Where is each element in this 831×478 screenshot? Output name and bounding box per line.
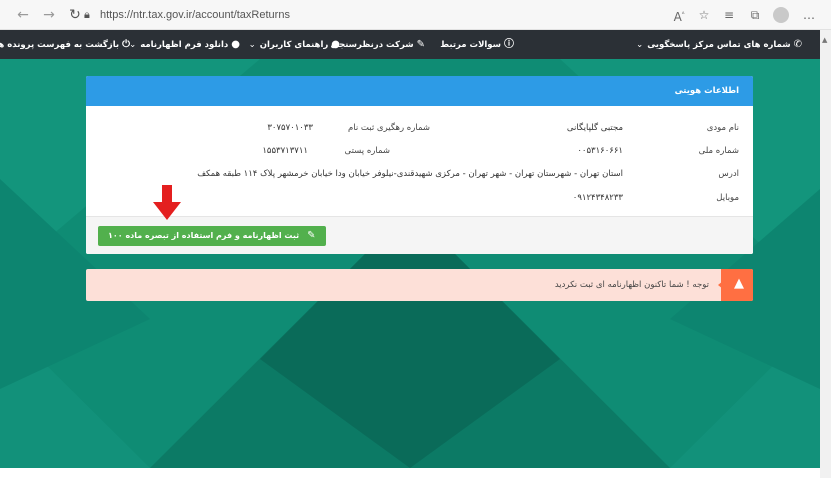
- submit-tax-return-label: ثبت اظهارنامه و فرم استفاده از تبصره ماد…: [108, 231, 300, 240]
- address-label: ادرس: [718, 169, 739, 179]
- alert-icon-box: ▲: [721, 269, 753, 301]
- name-value: مجتبی گلپایگانی: [566, 123, 623, 133]
- nav-faq[interactable]: ⓘسوالات مرتبط: [440, 30, 514, 59]
- favorite-icon[interactable]: ☆: [695, 6, 713, 24]
- more-icon[interactable]: …: [800, 6, 818, 24]
- mobile-label: موبایل: [716, 193, 739, 203]
- nav-download-label: دانلود فرم اظهارنامه: [140, 40, 229, 50]
- nav-guide-label: راهنمای کاربران: [259, 40, 329, 50]
- nav-back-label: بازگشت به فهرست پرونده ها: [0, 40, 120, 50]
- chevron-down-icon: ⌄: [248, 40, 256, 50]
- nav-contact-label: شماره های تماس مرکز پاسخگویی: [647, 40, 791, 50]
- tracking-value: ۳۰۷۵۷۰۱۰۳۳: [267, 123, 313, 133]
- profile-icon[interactable]: [773, 7, 789, 23]
- forward-icon[interactable]: →: [40, 6, 58, 24]
- postal-code-label: شماره پستی: [344, 146, 390, 156]
- url-text: https://ntr.tax.gov.ir/account/taxReturn…: [100, 9, 290, 21]
- submit-tax-return-button[interactable]: ✎ ثبت اظهارنامه و فرم استفاده از تبصره ما…: [98, 226, 326, 246]
- top-navigation: ✆شماره های تماس مرکز پاسخگویی⌄ ⓘسوالات م…: [0, 30, 820, 59]
- edit-icon: ✎: [416, 39, 425, 50]
- warning-alert: ▲ توجه ! شما تاکنون اظهارنامه ای ثبت نکر…: [86, 269, 753, 301]
- alert-notch: [718, 281, 723, 289]
- postal-code-value: ۱۵۵۳۷۱۳۷۱۱: [262, 146, 308, 156]
- pencil-icon: ✎: [307, 230, 316, 241]
- read-aloud-icon[interactable]: Aᴬ: [670, 6, 688, 24]
- nav-download[interactable]: ●دانلود فرم اظهارنامه⌄: [129, 30, 240, 59]
- address-value: استان تهران - شهرستان تهران - شهر تهران …: [197, 169, 623, 179]
- browser-toolbar: ← → ↻ 🔒︎ https://ntr.tax.gov.ir/account/…: [0, 0, 831, 30]
- question-icon: ⓘ: [504, 39, 514, 50]
- panel-title: اطلاعات هویتی: [674, 86, 739, 96]
- nav-faq-label: سوالات مرتبط: [440, 40, 501, 50]
- chevron-down-icon: ⌄: [129, 40, 137, 50]
- panel-footer: ✎ ثبت اظهارنامه و فرم استفاده از تبصره ما…: [86, 216, 753, 254]
- nav-guide[interactable]: ●راهنمای کاربران⌄: [249, 30, 340, 59]
- back-icon[interactable]: ←: [14, 6, 32, 24]
- bottom-strip: [0, 468, 820, 478]
- scrollbar[interactable]: [820, 30, 831, 478]
- mobile-value: ۰۹۱۲۴۳۴۸۲۳۳: [572, 193, 623, 203]
- chevron-down-icon: ⌄: [636, 40, 644, 50]
- red-arrow-icon: [153, 185, 181, 220]
- alert-text: توجه ! شما تاکنون اظهارنامه ای ثبت نکردی…: [554, 280, 709, 290]
- lock-icon: 🔒︎: [84, 9, 90, 21]
- chat-icon: ●: [231, 39, 240, 50]
- panel-header: اطلاعات هویتی: [86, 76, 753, 106]
- national-id-label: شماره ملی: [698, 146, 739, 156]
- collections-icon[interactable]: ⧉: [746, 6, 764, 24]
- tracking-label: شماره رهگیری ثبت نام: [348, 123, 430, 133]
- refresh-icon[interactable]: ↻: [66, 6, 84, 24]
- identity-panel: اطلاعات هویتی نام مودی مجتبی گلپایگانی ش…: [86, 76, 753, 254]
- power-icon: ⏻: [122, 39, 130, 50]
- nav-survey-label: شرکت درنظرسنجی: [330, 40, 414, 50]
- favorites-icon[interactable]: ≡: [720, 6, 738, 24]
- scroll-up-icon[interactable]: ▲: [822, 36, 829, 44]
- name-label: نام مودی: [706, 123, 739, 133]
- nav-survey[interactable]: ✎شرکت درنظرسنجی: [330, 30, 425, 59]
- nav-back[interactable]: ⏻بازگشت به فهرست پرونده ها: [0, 30, 130, 59]
- nav-contact[interactable]: ✆شماره های تماس مرکز پاسخگویی⌄: [636, 30, 802, 59]
- phone-icon: ✆: [793, 39, 802, 50]
- address-bar[interactable]: 🔒︎ https://ntr.tax.gov.ir/account/taxRet…: [84, 4, 620, 26]
- warning-icon: ▲: [734, 276, 744, 291]
- national-id-value: ۰۰۵۳۱۶۰۶۶۱: [577, 146, 623, 156]
- chat-icon: ●: [331, 39, 340, 50]
